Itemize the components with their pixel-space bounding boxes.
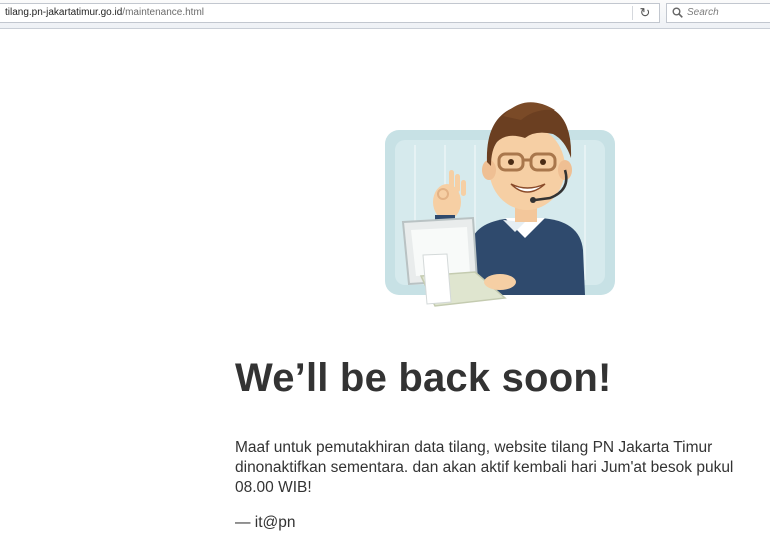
url-path: /maintenance.html — [122, 7, 205, 18]
support-agent-illustration — [385, 102, 615, 307]
reload-icon[interactable]: ↻ — [635, 4, 655, 22]
search-input[interactable]: Search — [666, 3, 770, 23]
search-placeholder: Search — [687, 7, 719, 18]
address-bar-divider — [632, 6, 633, 20]
search-icon — [672, 7, 683, 18]
browser-toolbar: tilang.pn-jakartatimur.go.id/maintenance… — [0, 0, 770, 29]
signature: — it@pn — [235, 514, 296, 531]
address-bar[interactable]: tilang.pn-jakartatimur.go.id/maintenance… — [0, 3, 660, 23]
page-title: We’ll be back soon! — [235, 356, 612, 400]
maintenance-message: Maaf untuk pemutakhiran data tilang, web… — [235, 439, 734, 496]
url-host: tilang.pn-jakartatimur.go.id — [5, 7, 123, 18]
